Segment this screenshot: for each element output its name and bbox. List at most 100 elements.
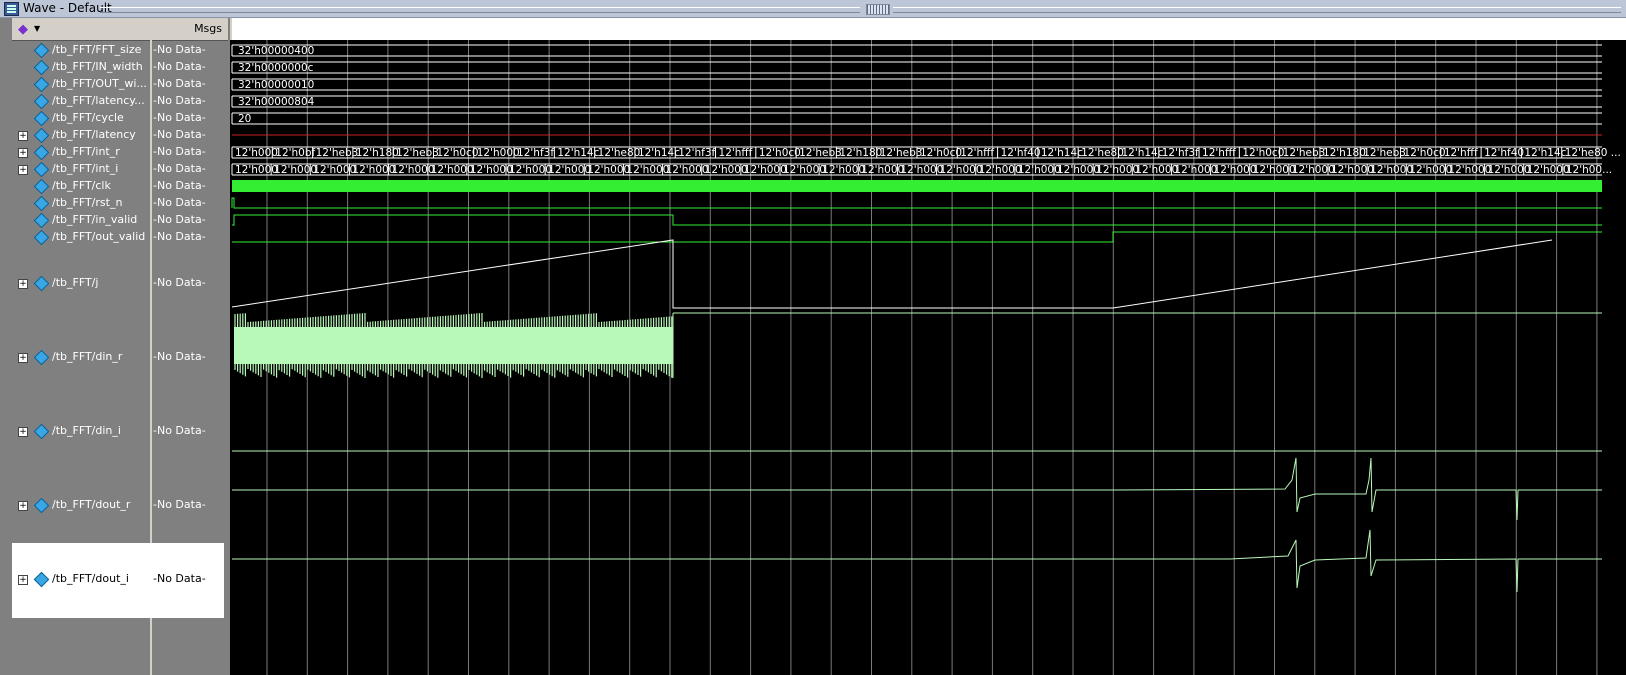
signal-value-label: 32'h0000000c xyxy=(238,62,314,74)
bus-value-label: 12'h14c xyxy=(1041,147,1083,159)
signal-name: /tb_FFT/latency xyxy=(52,128,136,141)
bus-value-label: 12'he80 xyxy=(598,147,641,159)
signal-name: /tb_FFT/j xyxy=(52,276,99,289)
bus-value-label: 12'hf40 xyxy=(1001,147,1041,159)
signal-diamond-icon xyxy=(34,44,46,56)
signal-msg: -No Data- xyxy=(153,145,206,158)
bus-value-label: 12'hfff xyxy=(1444,147,1478,159)
signal-diamond-icon xyxy=(34,277,46,289)
bus-value-label: 12'h000 xyxy=(477,147,520,159)
signal-msg: -No Data- xyxy=(153,162,206,175)
signal-row[interactable]: /tb_FFT/FFT_size -No Data- xyxy=(0,43,230,57)
bus-value-label: 12'h180 xyxy=(839,147,882,159)
signal-name: /tb_FFT/cycle xyxy=(52,111,124,124)
signal-name: /tb_FFT/rst_n xyxy=(52,196,123,209)
bus-value-label: 12'h00... xyxy=(1566,164,1612,176)
signal-diamond-icon xyxy=(34,163,46,175)
signal-diamond-icon xyxy=(34,499,46,511)
signal-msg: -No Data- xyxy=(153,43,206,56)
signal-row[interactable]: + /tb_FFT/dout_i -No Data- xyxy=(0,572,230,586)
signal-row[interactable]: + /tb_FFT/int_r -No Data- xyxy=(0,145,230,159)
expand-icon[interactable]: + xyxy=(18,501,28,511)
signal-row[interactable]: /tb_FFT/rst_n -No Data- xyxy=(0,196,230,210)
signal-diamond-icon xyxy=(34,112,46,124)
signal-msg: -No Data- xyxy=(153,498,206,511)
signal-row[interactable]: /tb_FFT/in_valid -No Data- xyxy=(0,213,230,227)
signal-name: /tb_FFT/in_valid xyxy=(52,213,138,226)
bus-value-label: 12'heb3 xyxy=(396,147,439,159)
signal-row[interactable]: /tb_FFT/IN_width -No Data- xyxy=(0,60,230,74)
bus-value-label: 12'hf3f xyxy=(678,147,715,159)
signal-value-label: 20 xyxy=(238,113,251,125)
signal-row[interactable]: + /tb_FFT/dout_r -No Data- xyxy=(0,498,230,512)
bus-value-label: 12'heb3 xyxy=(316,147,359,159)
signal-row[interactable]: + /tb_FFT/din_i -No Data- xyxy=(0,424,230,438)
expand-icon[interactable]: + xyxy=(18,575,28,585)
expand-icon[interactable]: + xyxy=(18,427,28,437)
bus-value-label: 12'hf3f xyxy=(517,147,554,159)
signal-msg: -No Data- xyxy=(153,572,206,585)
bus-value-label: 12'h0c0 xyxy=(436,147,478,159)
bus-value-label: 12'h0c0 xyxy=(1404,147,1446,159)
chevron-down-icon[interactable]: ▼ xyxy=(34,24,40,33)
signal-row[interactable]: + /tb_FFT/j -No Data- xyxy=(0,276,230,290)
signal-msg: -No Data- xyxy=(153,94,206,107)
signal-name: /tb_FFT/clk xyxy=(52,179,111,192)
msgs-header-label: Msgs xyxy=(194,22,222,35)
bus-value-label: 12'h180 xyxy=(356,147,399,159)
signal-row[interactable]: + /tb_FFT/int_i -No Data- xyxy=(0,162,230,176)
signal-msg: -No Data- xyxy=(153,179,206,192)
signal-msg: -No Data- xyxy=(153,111,206,124)
bus-value-label: 12'h14c xyxy=(1524,147,1566,159)
signal-row[interactable]: /tb_FFT/OUT_wi... -No Data- xyxy=(0,77,230,91)
signal-diamond-icon xyxy=(34,95,46,107)
signal-diamond-icon xyxy=(34,573,46,585)
object-cube-icon[interactable]: ◆ xyxy=(18,22,28,37)
expand-icon[interactable]: + xyxy=(18,148,28,158)
window-title: Wave - Default xyxy=(23,1,112,15)
bus-value-label: 12'h000 xyxy=(235,147,278,159)
title-grip-right xyxy=(893,7,1621,13)
signal-diamond-icon xyxy=(34,197,46,209)
name-pane-header: ◆ ▼ xyxy=(12,18,150,41)
bus-value-label: 12'he80 ... xyxy=(1565,147,1621,159)
signal-row[interactable]: /tb_FFT/latency... -No Data- xyxy=(0,94,230,108)
expand-icon[interactable]: + xyxy=(18,131,28,141)
signal-row[interactable]: + /tb_FFT/latency -No Data- xyxy=(0,128,230,142)
signal-diamond-icon xyxy=(34,351,46,363)
din-r-block xyxy=(234,327,673,364)
expand-icon[interactable]: + xyxy=(18,353,28,363)
signal-name: /tb_FFT/FFT_size xyxy=(52,43,142,56)
signal-row[interactable]: + /tb_FFT/din_r -No Data- xyxy=(0,350,230,364)
window-titlebar[interactable]: Wave - Default xyxy=(0,0,1626,18)
signal-row[interactable]: /tb_FFT/clk -No Data- xyxy=(0,179,230,193)
signal-row[interactable]: /tb_FFT/cycle -No Data- xyxy=(0,111,230,125)
signal-msg: -No Data- xyxy=(153,230,206,243)
signal-value-label: 32'h00000804 xyxy=(238,96,315,108)
bus-value-label: 12'h180 xyxy=(1323,147,1366,159)
signal-diamond-icon xyxy=(34,129,46,141)
signal-msg: -No Data- xyxy=(153,213,206,226)
signal-value-label: 32'h00000400 xyxy=(238,45,314,57)
signal-msg: -No Data- xyxy=(153,350,206,363)
bus-value-label: 12'heb3 xyxy=(880,147,923,159)
bus-value-label: 12'heb3 xyxy=(1283,147,1326,159)
signal-row[interactable]: /tb_FFT/out_valid -No Data- xyxy=(0,230,230,244)
signal-diamond-icon xyxy=(34,214,46,226)
signal-msg: -No Data- xyxy=(153,424,206,437)
expand-icon[interactable]: + xyxy=(18,279,28,289)
signal-diamond-icon xyxy=(34,146,46,158)
waveform-area[interactable]: 32'h00000400 32'h0000000c 32'h00000010 32'h… xyxy=(230,40,1626,675)
window-drag-handle[interactable] xyxy=(866,4,890,15)
bus-value-label: 12'h0c0 xyxy=(920,147,962,159)
bus-value-label: 12'he80 xyxy=(1081,147,1124,159)
signal-diamond-icon xyxy=(34,61,46,73)
expand-icon[interactable]: + xyxy=(18,165,28,175)
bus-value-label: 12'h14c xyxy=(638,147,680,159)
bus-value-label: 12'hf3f xyxy=(1162,147,1199,159)
signal-name: /tb_FFT/latency... xyxy=(52,94,145,107)
signal-msg: -No Data- xyxy=(153,128,206,141)
signal-name: /tb_FFT/int_r xyxy=(52,145,120,158)
bus-value-label: 12'heb3 xyxy=(1363,147,1406,159)
bus-value-label: 12'h14c xyxy=(557,147,599,159)
